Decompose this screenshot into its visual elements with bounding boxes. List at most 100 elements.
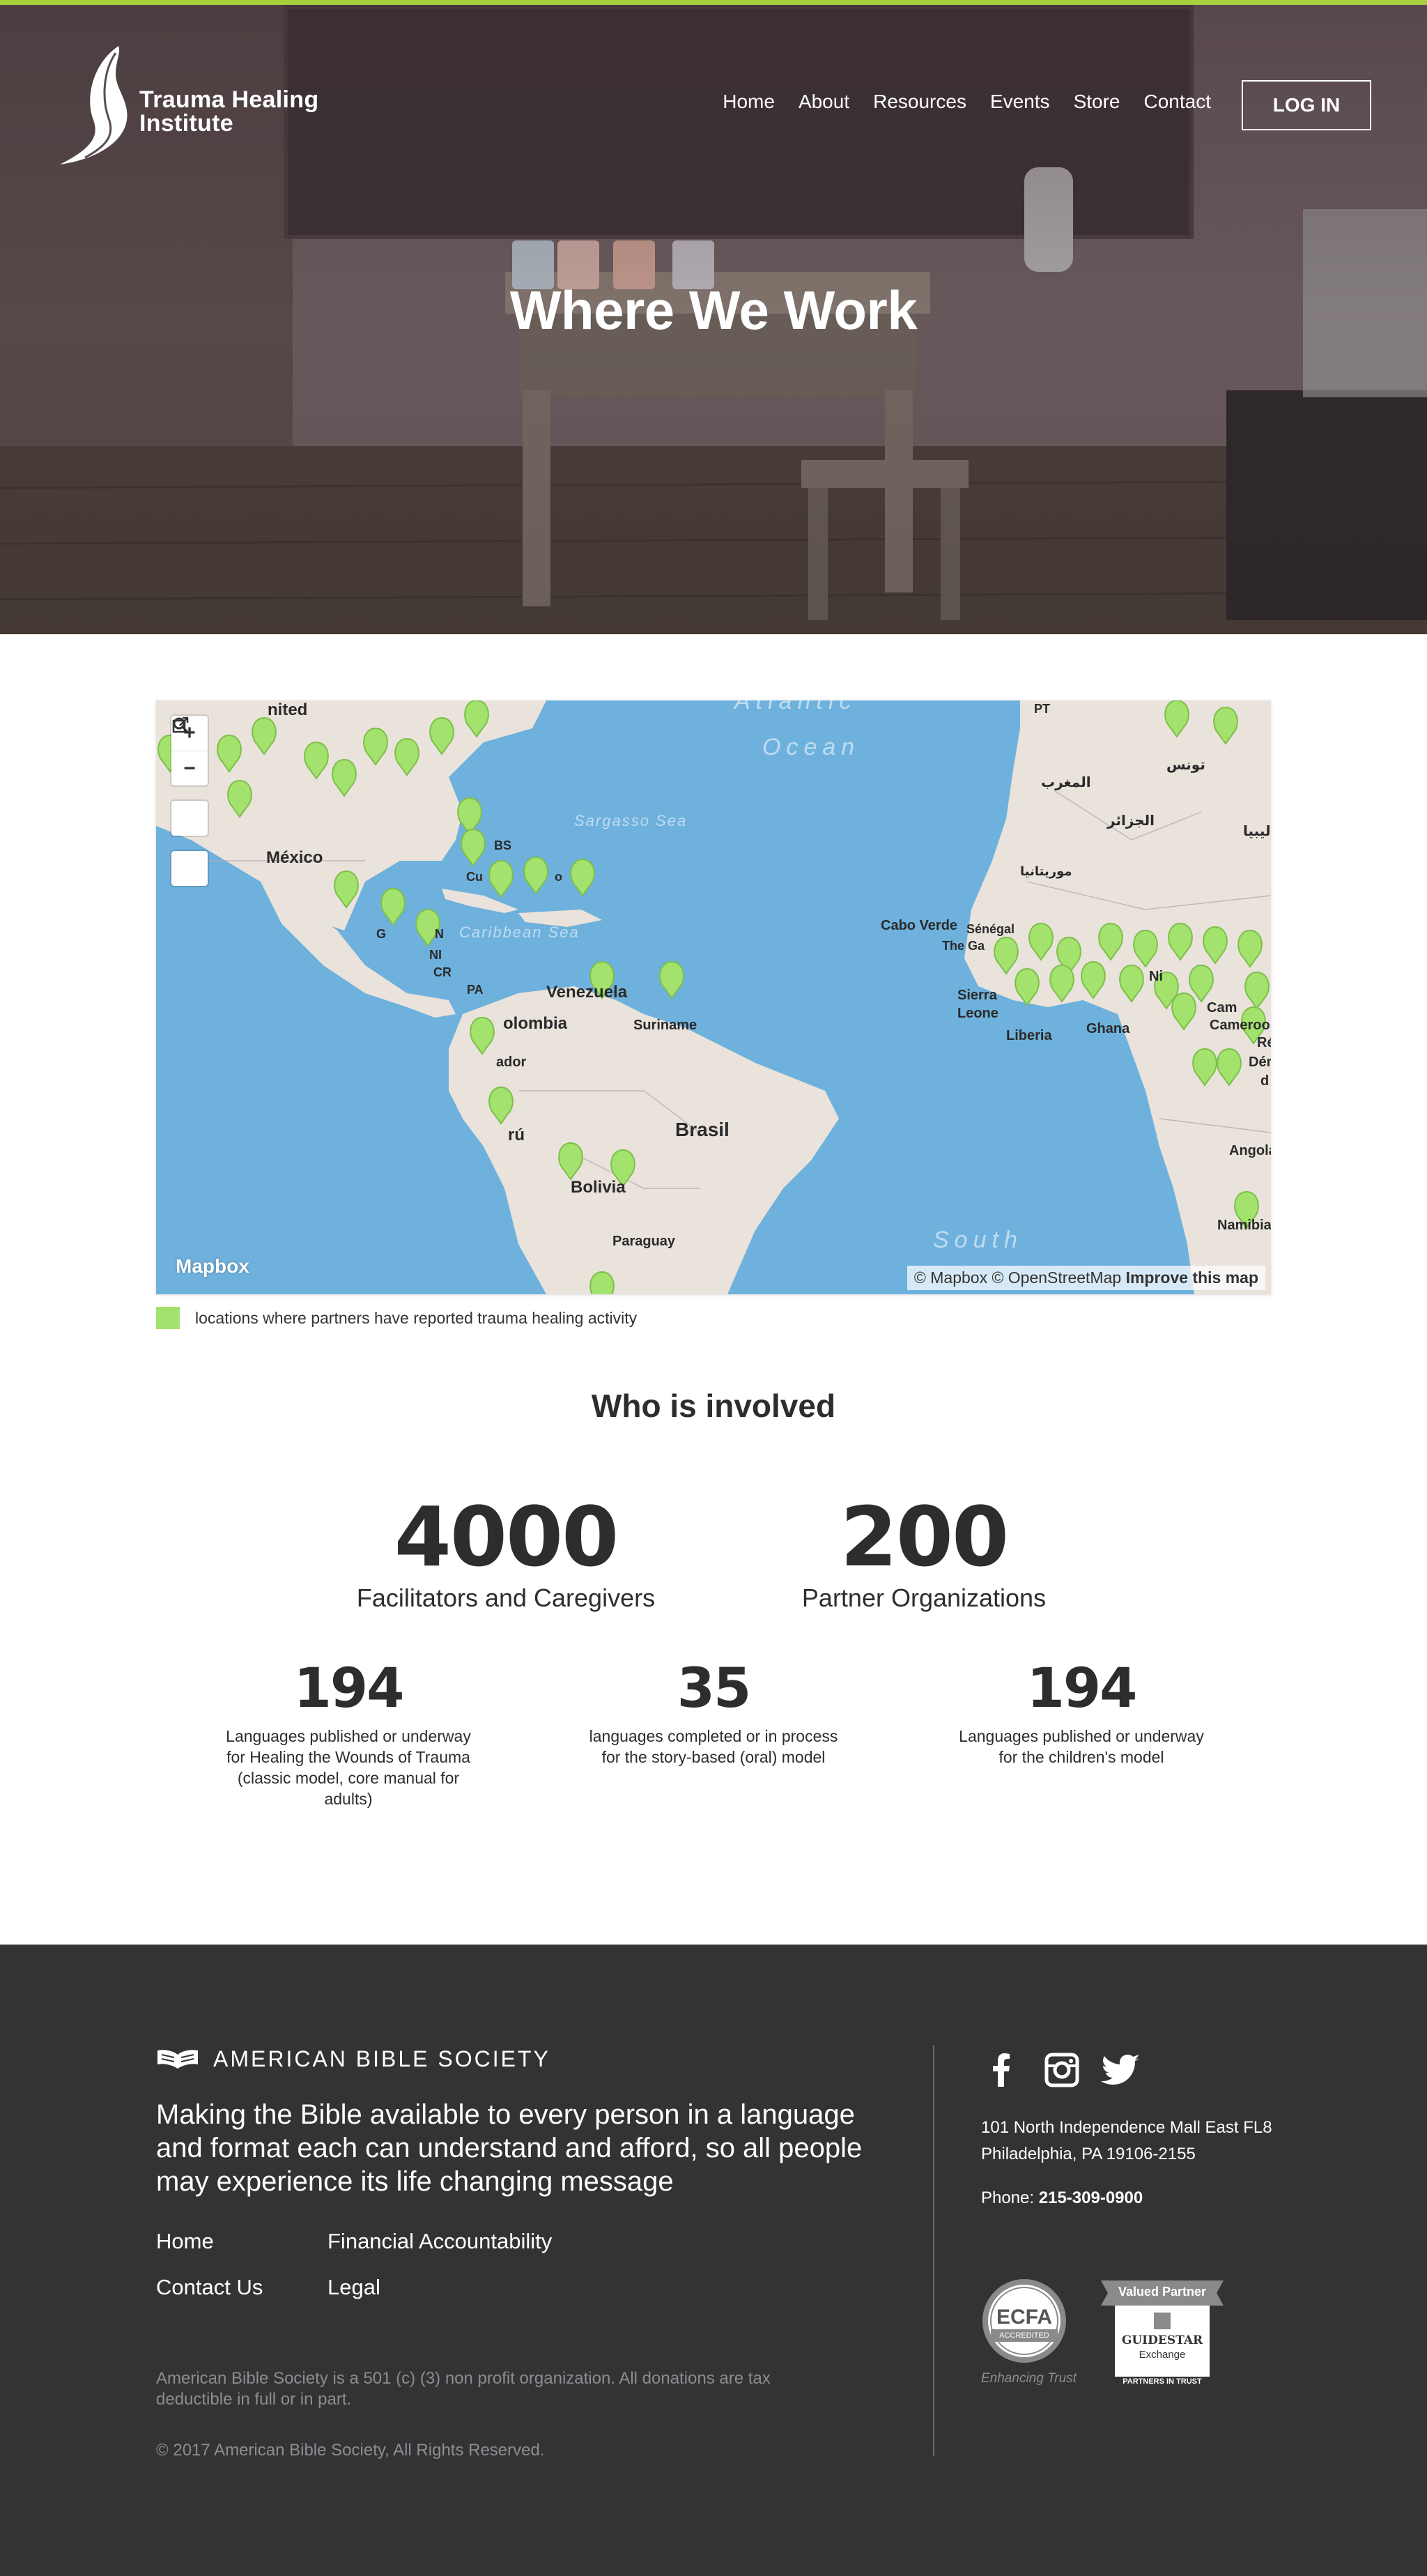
place-label: Sénégal xyxy=(966,922,1015,936)
nonprofit-note: American Bible Society is a 501 (c) (3) … xyxy=(156,2369,771,2409)
footer-link-home[interactable]: Home xyxy=(156,2229,214,2254)
place-label: BS xyxy=(494,838,512,852)
ecfa-badge[interactable]: ECFA ACCREDITED Enhancing Trust xyxy=(981,2278,1077,2389)
stat-label: languages completed or in process for th… xyxy=(574,1726,853,1768)
stat-languages-oral: 35 languages completed or in process for… xyxy=(574,1657,853,1768)
hero-banner: Trauma Healing Institute Home About Reso… xyxy=(0,0,1427,634)
place-label: Cam xyxy=(1207,1000,1237,1015)
stat-label-line: adults) xyxy=(324,1790,373,1808)
stat-label-line: Languages published or underway xyxy=(959,1727,1204,1745)
place-label: Paraguay xyxy=(612,1234,676,1249)
footer-link-contact[interactable]: Contact Us xyxy=(156,2275,263,2300)
legend-swatch xyxy=(156,1307,180,1329)
stat-label-line: languages completed or in process xyxy=(589,1727,838,1745)
map-share-button[interactable] xyxy=(171,716,208,886)
zoom-out-button[interactable]: − xyxy=(171,751,208,785)
place-label: Ni xyxy=(1149,969,1163,984)
stat-value: 200 xyxy=(840,1489,1009,1585)
map-attribution: © Mapbox © OpenStreetMap Improve this ma… xyxy=(907,1266,1265,1290)
guidestar-name: GUIDESTAR xyxy=(1121,2333,1203,2347)
guidestar-badge[interactable]: Valued Partner GUIDESTAR Exchange PARTNE… xyxy=(1101,2278,1224,2389)
map-search-button[interactable] xyxy=(171,717,208,836)
nav-contact[interactable]: Contact xyxy=(1144,91,1212,113)
stat-label-line: for Healing the Wounds of Trauma xyxy=(226,1748,470,1766)
logo-line-2: Institute xyxy=(139,110,233,137)
place-label: The Ga xyxy=(942,939,985,953)
stat-label-line: Languages published or underway xyxy=(226,1727,471,1745)
phone: Phone: 215-309-0900 xyxy=(981,2188,1143,2208)
abs-logo-text: AMERICAN BIBLE SOCIETY xyxy=(213,2046,550,2071)
place-label: rú xyxy=(508,1126,525,1144)
phone-number[interactable]: 215-309-0900 xyxy=(1039,2188,1143,2207)
place-label: PA xyxy=(467,983,484,997)
mission-statement: Making the Bible available to every pers… xyxy=(156,2099,863,2197)
ocean-label-ocean: Ocean xyxy=(762,734,861,760)
open-book-icon xyxy=(157,2049,198,2069)
nav-home[interactable]: Home xyxy=(723,91,775,113)
place-label: المغرب xyxy=(1041,775,1091,790)
stat-label: Languages published or underway for the … xyxy=(942,1726,1221,1768)
place-label: G xyxy=(376,927,387,941)
place-label: Dém xyxy=(1249,1055,1271,1070)
nav-store[interactable]: Store xyxy=(1074,91,1120,113)
place-label: Liberia xyxy=(1006,1028,1052,1043)
face-profile-icon xyxy=(60,46,128,164)
legend-text: locations where partners have reported t… xyxy=(195,1308,638,1327)
ecfa-tagline: Enhancing Trust xyxy=(981,2371,1077,2386)
map-controls: + − xyxy=(171,716,208,901)
place-label: Bolivia xyxy=(571,1178,626,1197)
place-label: Ré xyxy=(1257,1035,1271,1050)
place-label: موريتانيا xyxy=(1020,864,1072,878)
place-label: ador xyxy=(496,1055,527,1070)
social-links xyxy=(981,2049,1161,2091)
place-label: Leone xyxy=(957,1006,998,1021)
place-label: PT xyxy=(1034,702,1051,716)
stat-label: Languages published or underway for Heal… xyxy=(209,1726,488,1809)
guidestar-sub: Exchange xyxy=(1139,2349,1186,2361)
guidestar-footer: PARTNERS IN TRUST xyxy=(1123,2377,1202,2386)
address-line: 101 North Independence Mall East FL8 xyxy=(981,2118,1272,2137)
abs-logo[interactable]: AMERICAN BIBLE SOCIETY xyxy=(156,2046,550,2072)
mapbox-logo[interactable]: Mapbox xyxy=(176,1255,249,1278)
stat-label: Partner Organizations xyxy=(801,1584,1047,1612)
map-legend: locations where partners have reported t… xyxy=(156,1307,637,1329)
ocean-label-caribbean: Caribbean Sea xyxy=(459,923,580,941)
place-label: Angola xyxy=(1229,1143,1271,1158)
footer-link-financial[interactable]: Financial Accountability xyxy=(327,2229,552,2254)
stat-value: 4000 xyxy=(394,1489,619,1585)
activity-map[interactable]: Atlantic Ocean Sargasso Sea Caribbean Se… xyxy=(156,700,1271,1294)
place-label: Sierra xyxy=(957,988,997,1003)
place-label: N xyxy=(435,927,444,941)
share-control xyxy=(171,716,208,886)
place-label: تونس xyxy=(1166,758,1205,773)
stat-label-line: for the children's model xyxy=(998,1748,1164,1766)
stat-facilitators: 4000 Facilitators and Caregivers xyxy=(332,1492,680,1613)
site-logo[interactable]: Trauma Healing Institute xyxy=(57,43,350,169)
main-nav: Home About Resources Events Store Contac… xyxy=(699,91,1211,113)
nav-about[interactable]: About xyxy=(799,91,849,113)
place-label: Ghana xyxy=(1086,1021,1130,1036)
place-label: الجزائر xyxy=(1107,813,1155,829)
facebook-icon[interactable] xyxy=(981,2049,1023,2091)
place-label: NI xyxy=(429,948,442,962)
footer-divider xyxy=(933,2045,934,2456)
login-button[interactable]: LOG IN xyxy=(1242,80,1371,130)
nav-events[interactable]: Events xyxy=(990,91,1050,113)
nav-resources[interactable]: Resources xyxy=(873,91,966,113)
stat-languages-classic: 194 Languages published or underway for … xyxy=(209,1657,488,1809)
copyright: © 2017 American Bible Society, All Right… xyxy=(156,2441,545,2460)
stat-label-line: for the story-based (oral) model xyxy=(601,1748,826,1766)
instagram-icon[interactable] xyxy=(1041,2049,1083,2091)
map-canvas[interactable] xyxy=(156,700,1271,1294)
logo-text: Trauma Healing Institute xyxy=(139,88,318,135)
stat-value: 194 xyxy=(293,1657,405,1720)
phone-label: Phone: xyxy=(981,2188,1035,2207)
twitter-icon[interactable] xyxy=(1101,2049,1143,2091)
place-label: Venezuela xyxy=(546,983,628,1002)
attribution-text[interactable]: © Mapbox © OpenStreetMap xyxy=(914,1268,1121,1287)
footer-link-legal[interactable]: Legal xyxy=(327,2275,380,2300)
stat-value: 194 xyxy=(1026,1657,1138,1720)
place-label: o xyxy=(555,870,562,884)
improve-map-link[interactable]: Improve this map xyxy=(1126,1268,1258,1287)
stat-label-line: (classic model, core manual for xyxy=(237,1769,460,1787)
